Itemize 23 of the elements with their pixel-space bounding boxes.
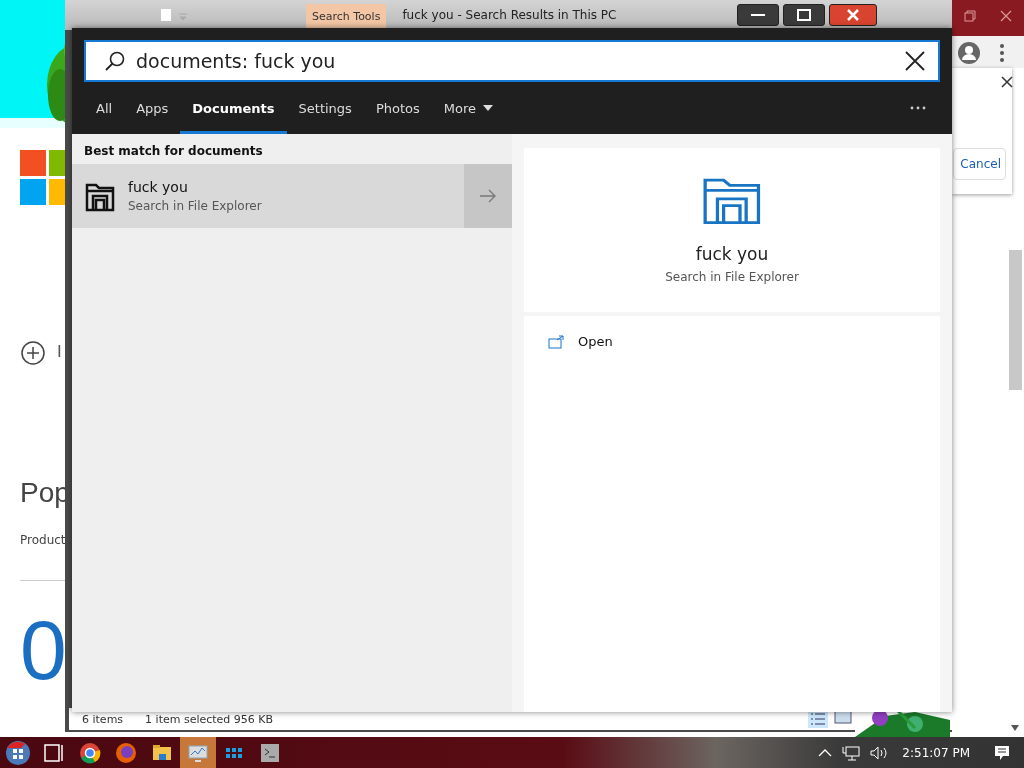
link-text[interactable]: I (57, 342, 62, 361)
selection-info: 1 item selected 956 KB (145, 712, 274, 726)
open-button[interactable]: Open (548, 330, 613, 353)
ribbon-tab[interactable]: Search Tools (306, 4, 387, 30)
search-tab[interactable]: All (84, 82, 125, 134)
search-field[interactable]: documents: fuck you (84, 40, 940, 82)
search-tab[interactable]: Settings (286, 82, 364, 134)
search-input[interactable]: documents: fuck you (136, 50, 904, 72)
section-title: Best match for documents (83, 143, 264, 160)
search-result[interactable]: fuck you Search in File Explorer (72, 164, 512, 228)
search-tab[interactable]: Photos (363, 82, 432, 134)
preview-title: fuck you (695, 244, 769, 264)
search-tab[interactable]: Apps (124, 82, 181, 134)
result-title: fuck you (128, 179, 189, 195)
cancel-button[interactable]: Cancel (953, 148, 1006, 180)
result-subtitle: Search in File Explorer (128, 199, 262, 213)
window-title: fuck you - Search Results in This PC (402, 8, 617, 22)
clock[interactable]: 2:51:07 PM (902, 745, 970, 760)
item-count: 6 items (82, 712, 124, 726)
preview-subtitle: Search in File Explorer (665, 270, 799, 284)
search-tab[interactable]: More (431, 82, 506, 134)
big-number: 0 (20, 602, 67, 699)
page-subheading: Product (20, 533, 66, 547)
